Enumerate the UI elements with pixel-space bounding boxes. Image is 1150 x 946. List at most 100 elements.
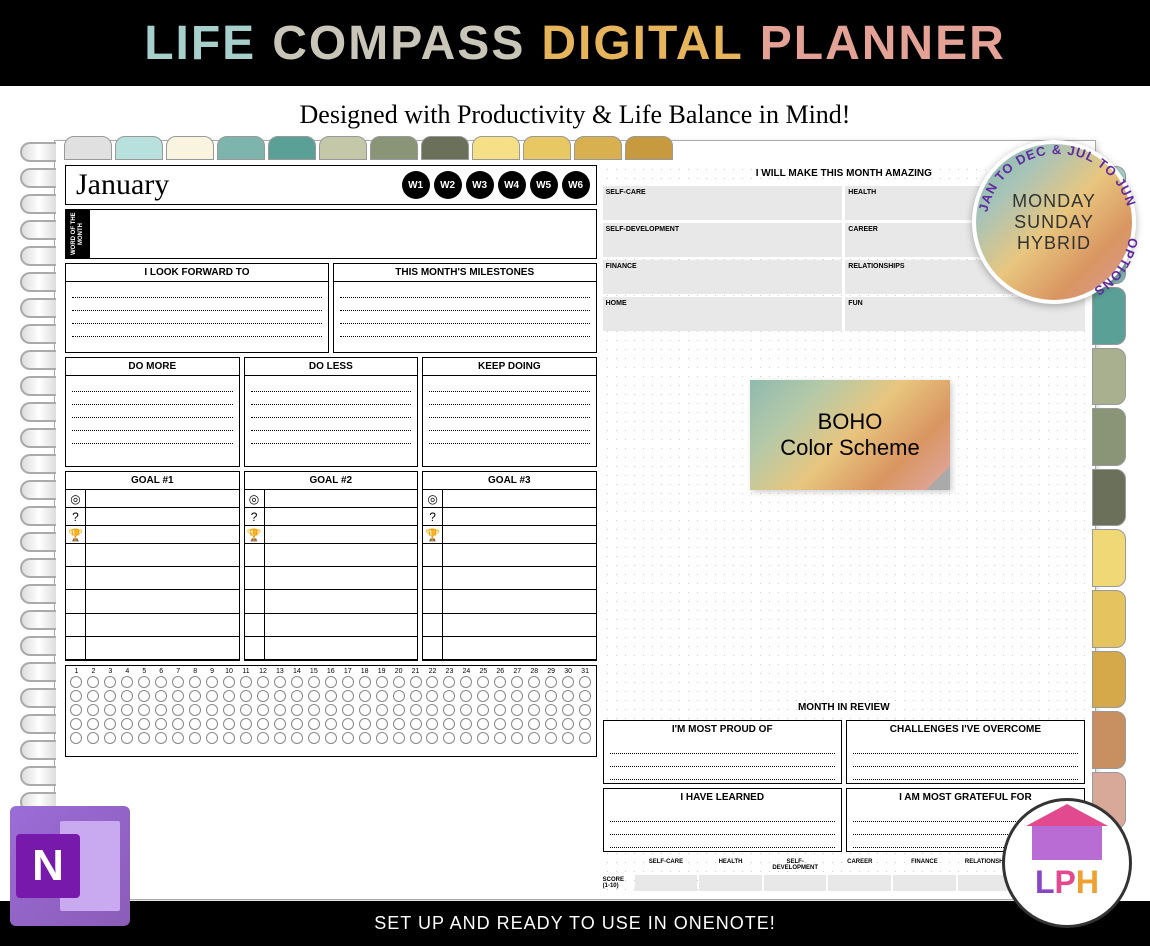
side-tab[interactable] — [1092, 590, 1126, 648]
habit-circle[interactable] — [509, 675, 526, 689]
habit-circle[interactable] — [356, 703, 373, 717]
habit-circle[interactable] — [560, 717, 577, 731]
habit-circle[interactable] — [238, 675, 255, 689]
habit-circle[interactable] — [543, 675, 560, 689]
habit-circle[interactable] — [458, 717, 475, 731]
habit-circle[interactable] — [85, 731, 102, 745]
habit-circle[interactable] — [475, 703, 492, 717]
top-tab[interactable] — [523, 136, 571, 160]
habit-circle[interactable] — [68, 703, 85, 717]
habit-circle[interactable] — [204, 703, 221, 717]
habit-circle[interactable] — [136, 689, 153, 703]
amazing-cell[interactable]: SELF-DEVELOPMENT — [603, 223, 843, 257]
habit-circle[interactable] — [305, 731, 322, 745]
top-tab[interactable] — [166, 136, 214, 160]
habit-circle[interactable] — [577, 731, 594, 745]
habit-circle[interactable] — [526, 689, 543, 703]
top-tab[interactable] — [64, 136, 112, 160]
habit-circle[interactable] — [339, 675, 356, 689]
habit-circle[interactable] — [68, 717, 85, 731]
habit-circle[interactable] — [187, 675, 204, 689]
habit-circle[interactable] — [102, 689, 119, 703]
habit-circle[interactable] — [407, 717, 424, 731]
habit-circle[interactable] — [221, 689, 238, 703]
habit-circle[interactable] — [153, 731, 170, 745]
habit-circle[interactable] — [322, 689, 339, 703]
habit-circle[interactable] — [221, 703, 238, 717]
habit-circle[interactable] — [136, 675, 153, 689]
habit-circle[interactable] — [458, 689, 475, 703]
habit-circle[interactable] — [288, 703, 305, 717]
top-tab[interactable] — [421, 136, 469, 160]
habit-circle[interactable] — [238, 717, 255, 731]
habit-circle[interactable] — [373, 731, 390, 745]
habit-circle[interactable] — [339, 689, 356, 703]
habit-circle[interactable] — [153, 689, 170, 703]
review-box[interactable]: I HAVE LEARNED — [603, 788, 842, 852]
habit-circle[interactable] — [390, 675, 407, 689]
top-tab[interactable] — [625, 136, 673, 160]
habit-circle[interactable] — [458, 675, 475, 689]
habit-circle[interactable] — [339, 703, 356, 717]
side-tab[interactable] — [1092, 287, 1126, 345]
habit-circle[interactable] — [305, 675, 322, 689]
side-tab[interactable] — [1092, 529, 1126, 587]
habit-circle[interactable] — [238, 689, 255, 703]
habit-circle[interactable] — [119, 717, 136, 731]
habit-circle[interactable] — [271, 675, 288, 689]
habit-circle[interactable] — [68, 731, 85, 745]
habit-circle[interactable] — [153, 703, 170, 717]
habit-circle[interactable] — [136, 703, 153, 717]
score-box[interactable] — [699, 875, 762, 891]
habit-circle[interactable] — [577, 689, 594, 703]
habit-circle[interactable] — [373, 717, 390, 731]
habit-circle[interactable] — [526, 675, 543, 689]
goal-box[interactable]: GOAL #3◎?🏆 — [422, 471, 597, 661]
habit-circle[interactable] — [136, 731, 153, 745]
top-tab[interactable] — [115, 136, 163, 160]
top-tab[interactable] — [370, 136, 418, 160]
habit-circle[interactable] — [407, 675, 424, 689]
week-chip[interactable]: W3 — [466, 171, 494, 199]
review-box[interactable]: I'M MOST PROUD OF — [603, 720, 842, 784]
top-tab[interactable] — [472, 136, 520, 160]
habit-circle[interactable] — [475, 675, 492, 689]
habit-circle[interactable] — [119, 675, 136, 689]
habit-tracker[interactable]: 1234567891011121314151617181920212223242… — [65, 665, 597, 757]
habit-circle[interactable] — [475, 717, 492, 731]
habit-circle[interactable] — [221, 731, 238, 745]
top-tab[interactable] — [217, 136, 265, 160]
habit-circle[interactable] — [441, 703, 458, 717]
habit-circle[interactable] — [458, 703, 475, 717]
top-tab[interactable] — [268, 136, 316, 160]
habit-circle[interactable] — [509, 717, 526, 731]
habit-circle[interactable] — [356, 731, 373, 745]
habit-circle[interactable] — [577, 675, 594, 689]
habit-circle[interactable] — [492, 731, 509, 745]
habit-circle[interactable] — [509, 703, 526, 717]
habit-circle[interactable] — [526, 731, 543, 745]
habit-circle[interactable] — [560, 731, 577, 745]
top-tab[interactable] — [574, 136, 622, 160]
word-of-month-input[interactable] — [90, 210, 596, 258]
habit-circle[interactable] — [187, 731, 204, 745]
habit-circle[interactable] — [560, 703, 577, 717]
keep-doing-box[interactable]: KEEP DOING — [422, 357, 597, 467]
habit-circle[interactable] — [153, 675, 170, 689]
habit-circle[interactable] — [305, 689, 322, 703]
habit-circle[interactable] — [390, 717, 407, 731]
habit-circle[interactable] — [271, 731, 288, 745]
habit-circle[interactable] — [68, 675, 85, 689]
score-box[interactable] — [828, 875, 891, 891]
habit-circle[interactable] — [441, 689, 458, 703]
habit-circle[interactable] — [85, 703, 102, 717]
habit-circle[interactable] — [390, 731, 407, 745]
habit-circle[interactable] — [424, 689, 441, 703]
milestones-box[interactable]: THIS MONTH'S MILESTONES — [333, 263, 597, 353]
goal-box[interactable]: GOAL #1◎?🏆 — [65, 471, 240, 661]
habit-circle[interactable] — [407, 689, 424, 703]
habit-circle[interactable] — [170, 689, 187, 703]
habit-circle[interactable] — [85, 675, 102, 689]
habit-circle[interactable] — [271, 689, 288, 703]
habit-circle[interactable] — [475, 689, 492, 703]
